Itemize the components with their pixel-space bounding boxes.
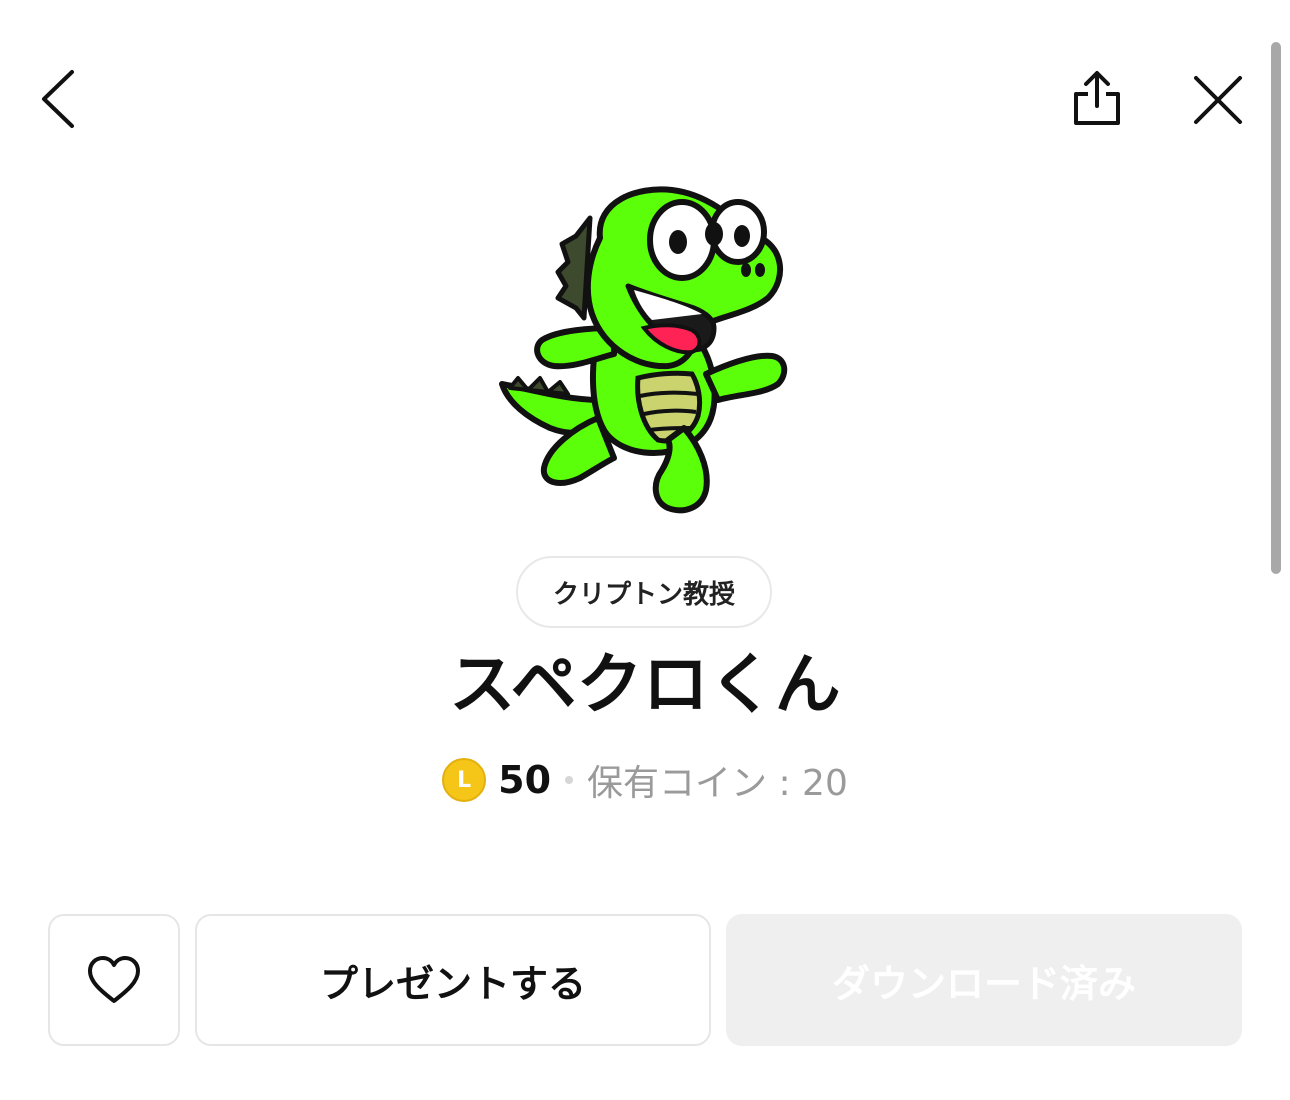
line-coin-icon: L [442,758,487,802]
close-button[interactable] [1190,72,1246,128]
heart-icon [88,956,140,1003]
price-row: L 50 保有コイン : 20 [0,752,1290,808]
share-button[interactable] [1066,68,1128,130]
chevron-left-icon [42,70,74,128]
download-button: ダウンロード済み [726,914,1242,1046]
separator-dot [565,776,574,784]
sticker-detail-page: クリプトン教授 スペクロくん L 50 保有コイン : 20 プレゼントする ダ… [0,0,1290,1100]
close-icon [1194,76,1242,124]
back-button[interactable] [36,66,80,132]
sticker-title: スペクロくん [449,646,841,723]
sticker-image [499,186,788,514]
owned-coins: 保有コイン : 20 [587,763,848,804]
share-icon [1074,71,1120,125]
price-amount: 50 [498,758,552,802]
scrollbar[interactable] [1271,42,1281,574]
author-name[interactable]: クリプトン教授 [516,556,772,628]
gift-button[interactable]: プレゼントする [195,914,711,1046]
favorite-button[interactable] [48,914,180,1046]
